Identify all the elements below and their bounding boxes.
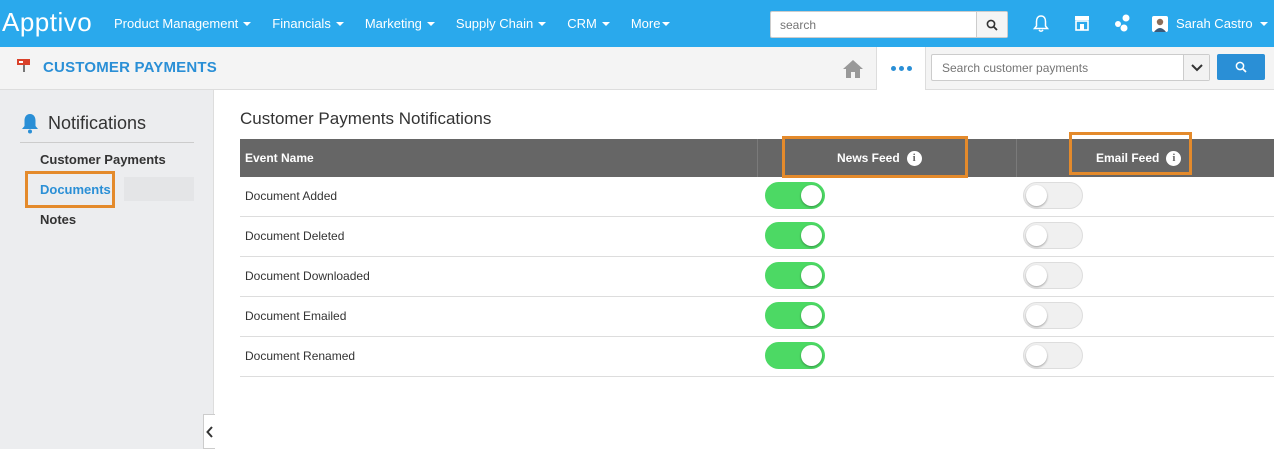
column-divider	[1016, 139, 1017, 177]
sidebar-heading: Notifications	[20, 112, 146, 134]
nav-crm[interactable]: CRM	[567, 16, 610, 31]
caret-down-icon	[243, 21, 252, 26]
news-feed-highlight	[782, 136, 968, 178]
global-search-input[interactable]	[771, 12, 977, 37]
caret-down-icon	[601, 21, 610, 26]
news-feed-toggle[interactable]	[765, 342, 825, 369]
caret-down-icon	[538, 21, 547, 26]
event-name: Document Emailed	[245, 309, 347, 323]
sidebar-item-backdrop	[124, 177, 194, 201]
caret-down-icon	[662, 21, 671, 26]
news-feed-toggle[interactable]	[765, 222, 825, 249]
user-name: Sarah Castro	[1176, 16, 1253, 31]
customer-payments-search	[931, 54, 1210, 81]
sidebar-item-notes[interactable]: Notes	[40, 212, 76, 227]
email-feed-toggle[interactable]	[1023, 182, 1083, 209]
chevron-down-icon	[1190, 63, 1203, 71]
email-feed-toggle[interactable]	[1023, 342, 1083, 369]
caret-down-icon	[1259, 21, 1268, 26]
news-feed-toggle[interactable]	[765, 262, 825, 289]
apps-icon[interactable]	[1112, 13, 1132, 33]
email-feed-toggle[interactable]	[1023, 222, 1083, 249]
event-name: Document Deleted	[245, 229, 345, 243]
search-icon	[986, 19, 998, 31]
table-row: Document Downloaded	[240, 257, 1274, 297]
bell-icon	[22, 114, 38, 134]
event-name: Document Renamed	[245, 349, 356, 363]
more-dots-icon	[890, 66, 912, 71]
table-row: Document Added	[240, 177, 1274, 217]
home-button[interactable]	[829, 47, 876, 90]
email-feed-highlight	[1069, 132, 1192, 175]
more-options-button[interactable]	[876, 47, 926, 90]
sidebar-divider	[20, 142, 194, 143]
customer-payments-search-input[interactable]	[932, 55, 1184, 80]
nav-product-management[interactable]: Product Management	[114, 16, 252, 31]
documents-highlight	[25, 171, 115, 208]
store-icon[interactable]	[1072, 13, 1092, 33]
collapse-sidebar-button[interactable]	[203, 414, 215, 449]
home-icon	[842, 59, 863, 78]
chevron-left-icon	[205, 425, 213, 438]
user-menu[interactable]: Sarah Castro	[1152, 0, 1268, 47]
app-header: CUSTOMER PAYMENTS	[0, 47, 1274, 90]
nav-marketing[interactable]: Marketing	[365, 16, 435, 31]
top-nav: Apptivo Product Management Financials Ma…	[0, 0, 1274, 47]
event-name: Document Added	[245, 189, 338, 203]
email-feed-toggle[interactable]	[1023, 302, 1083, 329]
sidebar-heading-label: Notifications	[48, 112, 147, 133]
news-feed-toggle[interactable]	[765, 302, 825, 329]
table-row: Document Emailed	[240, 297, 1274, 337]
nav-more[interactable]: More	[631, 16, 671, 31]
page-title: CUSTOMER PAYMENTS	[43, 59, 217, 76]
nav-financials[interactable]: Financials	[272, 16, 344, 31]
column-event-name: Event Name	[245, 151, 314, 165]
avatar	[1152, 15, 1168, 32]
event-name: Document Downloaded	[245, 269, 370, 283]
table-row: Document Renamed	[240, 337, 1274, 377]
search-options-dropdown[interactable]	[1183, 55, 1209, 80]
email-feed-toggle[interactable]	[1023, 262, 1083, 289]
customer-payments-app-icon	[16, 56, 34, 74]
global-search-button[interactable]	[976, 12, 1007, 37]
settings-sidebar: Notifications Customer Payments Document…	[0, 90, 214, 449]
customer-payments-search-button[interactable]	[1217, 54, 1265, 80]
nav-supply-chain[interactable]: Supply Chain	[456, 16, 547, 31]
caret-down-icon	[335, 21, 344, 26]
column-divider	[757, 139, 758, 177]
bell-icon[interactable]	[1031, 13, 1051, 33]
global-search	[770, 11, 1008, 38]
table-row: Document Deleted	[240, 217, 1274, 257]
sidebar-item-customer-payments[interactable]: Customer Payments	[40, 152, 166, 167]
main-menu: Product Management Financials Marketing …	[114, 0, 691, 47]
caret-down-icon	[426, 21, 435, 26]
apptivo-logo[interactable]: Apptivo	[2, 7, 92, 38]
news-feed-toggle[interactable]	[765, 182, 825, 209]
notifications-title: Customer Payments Notifications	[240, 109, 492, 128]
search-icon	[1235, 61, 1247, 73]
